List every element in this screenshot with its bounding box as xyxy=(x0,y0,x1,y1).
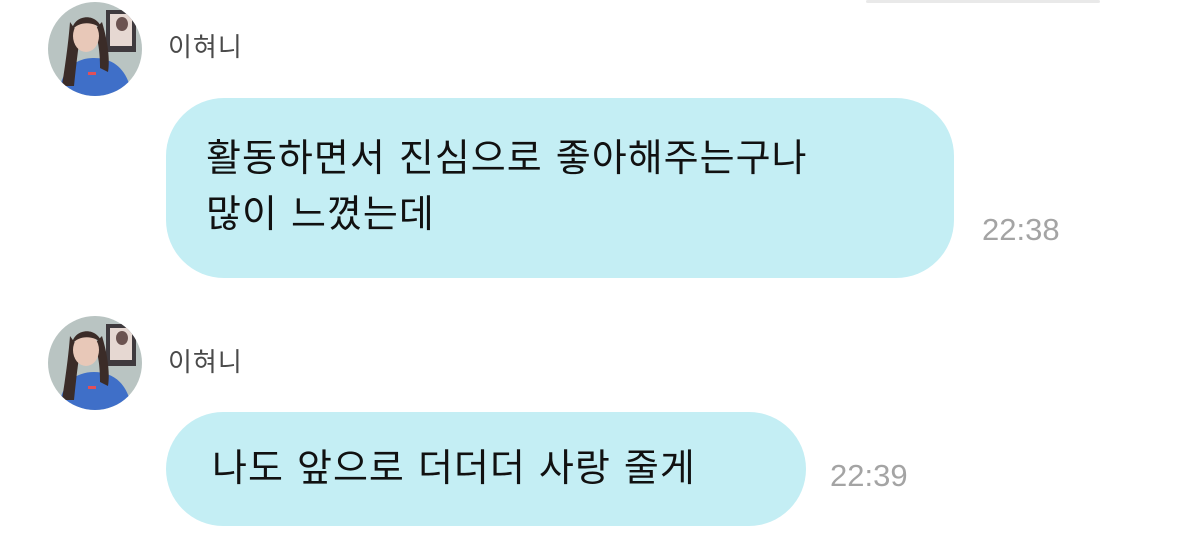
avatar[interactable] xyxy=(48,316,142,410)
message-timestamp: 22:38 xyxy=(982,212,1060,247)
message-bubble[interactable]: 나도 앞으로 더더더 사랑 줄게 xyxy=(166,412,806,526)
message-timestamp: 22:39 xyxy=(830,458,908,493)
top-divider xyxy=(866,0,1100,3)
profile-photo-icon xyxy=(48,316,142,410)
avatar[interactable] xyxy=(48,2,142,96)
message-text-line: 활동하면서 진심으로 좋아해주는구나 xyxy=(206,136,808,180)
sender-name: 이혀니 xyxy=(168,348,243,378)
message-text-line: 나도 앞으로 더더더 사랑 줄게 xyxy=(212,446,696,490)
profile-photo-icon xyxy=(48,2,142,96)
sender-name: 이혀니 xyxy=(168,33,243,63)
message-bubble[interactable]: 활동하면서 진심으로 좋아해주는구나 많이 느꼈는데 xyxy=(166,98,954,278)
message-text-line: 많이 느꼈는데 xyxy=(206,192,435,236)
